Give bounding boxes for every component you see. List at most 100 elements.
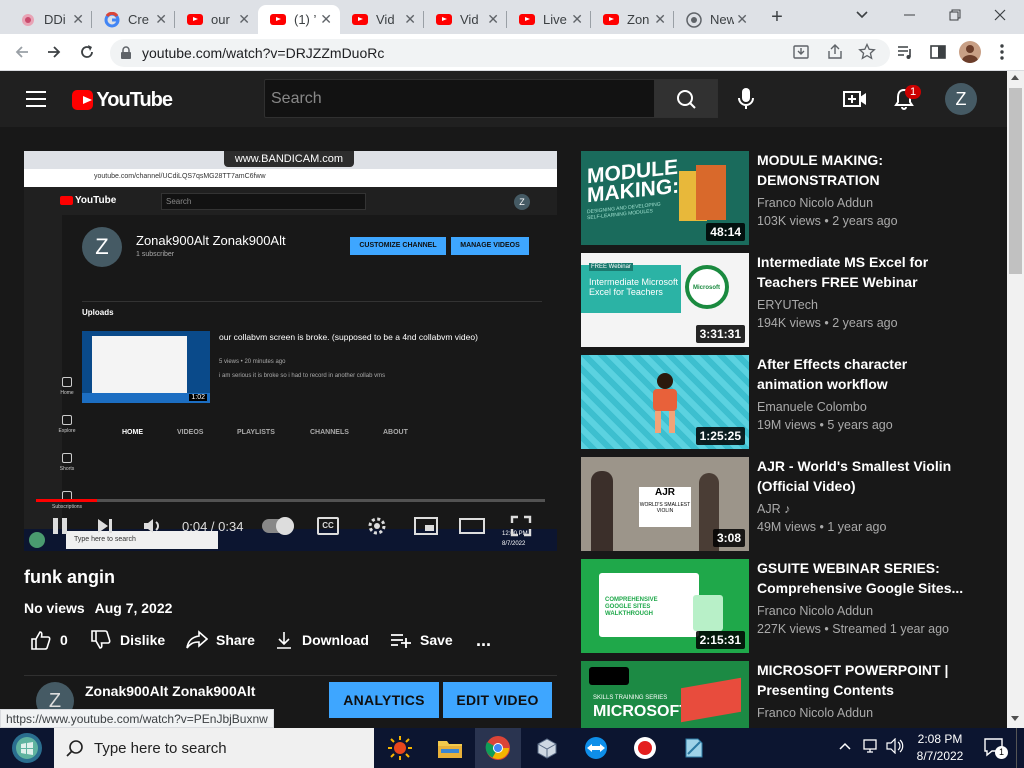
- autoplay-toggle[interactable]: [262, 517, 294, 535]
- rec-thumbnail[interactable]: MODULE MAKING: DESIGNING AND DEVELOPING S…: [581, 151, 749, 245]
- taskbar-file-explorer-icon[interactable]: [427, 728, 473, 768]
- rec-thumbnail[interactable]: AJR WORLD'S SMALLEST VIOLIN 3:08: [581, 457, 749, 551]
- bookmark-star-icon[interactable]: [858, 43, 876, 61]
- back-icon[interactable]: [12, 42, 32, 62]
- fullscreen-icon[interactable]: [510, 515, 532, 537]
- volume-icon[interactable]: [142, 517, 164, 535]
- rec-title[interactable]: GSUITE WEBINAR SERIES: Comprehensive Goo…: [757, 558, 967, 598]
- miniplayer-icon[interactable]: [414, 517, 438, 535]
- rec-title[interactable]: MODULE MAKING: DEMONSTRATION: [757, 150, 967, 190]
- restore-button[interactable]: [945, 5, 965, 25]
- taskbar-search-box[interactable]: Type here to search: [54, 728, 374, 768]
- browser-tab[interactable]: Vid ✕: [424, 5, 507, 34]
- browser-tab[interactable]: Zon ✕: [591, 5, 674, 34]
- close-tab-icon[interactable]: ✕: [487, 11, 499, 28]
- rec-channel[interactable]: Franco Nicolo Addun: [757, 604, 873, 618]
- browser-tab[interactable]: our ✕: [175, 5, 258, 34]
- scroll-thumb[interactable]: [1009, 88, 1022, 274]
- youtube-logo[interactable]: YouTube: [72, 89, 173, 111]
- minimize-button[interactable]: [900, 5, 920, 25]
- rec-channel[interactable]: ERYUTech: [757, 298, 818, 312]
- install-icon[interactable]: [792, 43, 810, 61]
- channel-name[interactable]: Zonak900Alt Zonak900Alt: [85, 683, 255, 699]
- share-page-icon[interactable]: [826, 43, 844, 61]
- page-scrollbar[interactable]: [1007, 71, 1024, 728]
- download-button[interactable]: Download: [274, 630, 369, 650]
- edit-video-button[interactable]: EDIT VIDEO: [443, 682, 552, 718]
- address-bar[interactable]: youtube.com/watch?v=DRJZZmDuoRc: [110, 39, 890, 67]
- taskbar-clock[interactable]: 2:08 PM 8/7/2022: [912, 731, 968, 765]
- create-video-icon[interactable]: [843, 88, 867, 110]
- save-button[interactable]: Save: [390, 630, 453, 650]
- scroll-up-arrow[interactable]: [1011, 75, 1019, 80]
- video-player[interactable]: www.BANDICAM.com youtube.com/channel/UCd…: [24, 151, 557, 551]
- rec-channel[interactable]: AJR ♪: [757, 502, 790, 516]
- taskbar-virtualbox-icon[interactable]: [524, 728, 570, 768]
- close-tab-icon[interactable]: ✕: [155, 11, 167, 28]
- rec-title[interactable]: Intermediate MS Excel for Teachers FREE …: [757, 252, 967, 292]
- start-button[interactable]: [0, 728, 54, 768]
- rec-title[interactable]: After Effects character animation workfl…: [757, 354, 967, 394]
- taskbar-app-sun-icon[interactable]: [377, 728, 423, 768]
- search-input[interactable]: Search: [264, 79, 655, 118]
- settings-gear-icon[interactable]: [366, 515, 388, 537]
- theater-mode-icon[interactable]: [459, 517, 485, 535]
- analytics-button[interactable]: ANALYTICS: [329, 682, 439, 718]
- profile-avatar[interactable]: [959, 41, 981, 63]
- close-tab-icon[interactable]: ✕: [72, 11, 84, 28]
- captions-icon[interactable]: CC: [317, 517, 339, 535]
- taskbar-bandicam-record-icon[interactable]: [622, 728, 668, 768]
- scroll-down-arrow[interactable]: [1011, 716, 1019, 721]
- forward-icon[interactable]: [44, 42, 64, 62]
- rec-thumbnail[interactable]: COMPREHENSIVE GOOGLE SITES WALKTHROUGH 2:…: [581, 559, 749, 653]
- close-tab-icon[interactable]: ✕: [404, 11, 416, 28]
- tray-chevron-up-icon[interactable]: [838, 740, 852, 752]
- rec-channel[interactable]: Franco Nicolo Addun: [757, 196, 873, 210]
- media-control-icon[interactable]: [896, 43, 914, 61]
- close-tab-icon[interactable]: ✕: [320, 11, 332, 28]
- rec-title[interactable]: MICROSOFT POWERPOINT | Presenting Conten…: [757, 660, 967, 700]
- dislike-button[interactable]: Dislike: [90, 630, 165, 650]
- next-icon[interactable]: [96, 517, 114, 535]
- pause-icon[interactable]: [52, 517, 68, 535]
- close-tab-icon[interactable]: ✕: [571, 11, 583, 28]
- like-button[interactable]: 0: [30, 630, 68, 650]
- rec-thumbnail[interactable]: FREE Webinar Intermediate Microsoft Excel…: [581, 253, 749, 347]
- search-button[interactable]: [654, 79, 718, 118]
- show-desktop-button[interactable]: [1016, 728, 1024, 768]
- reload-icon[interactable]: [77, 42, 97, 62]
- browser-tab[interactable]: Vid ✕: [340, 5, 424, 34]
- action-center-icon[interactable]: 1: [982, 736, 1008, 760]
- share-button[interactable]: Share: [186, 630, 255, 650]
- lock-icon[interactable]: [120, 46, 132, 60]
- search-placeholder: Search: [271, 90, 322, 107]
- close-tab-icon[interactable]: ✕: [654, 11, 666, 28]
- new-tab-button[interactable]: +: [766, 6, 788, 28]
- side-panel-icon[interactable]: [929, 43, 947, 61]
- more-actions-button[interactable]: ...: [476, 630, 491, 651]
- browser-tab[interactable]: New Ta✕: [674, 5, 756, 34]
- inner-customize-button: CUSTOMIZE CHANNEL: [350, 237, 446, 255]
- tray-volume-icon[interactable]: [886, 738, 904, 754]
- hamburger-menu-icon[interactable]: [26, 90, 46, 108]
- account-avatar[interactable]: Z: [945, 83, 977, 115]
- browser-tab[interactable]: (1) ’ ✕: [258, 5, 340, 34]
- kebab-menu-icon[interactable]: [994, 43, 1010, 61]
- taskbar-chrome-icon[interactable]: [475, 728, 521, 768]
- close-window-button[interactable]: [990, 5, 1010, 25]
- progress-bar[interactable]: [36, 499, 545, 502]
- voice-search-icon[interactable]: [736, 87, 756, 111]
- rec-channel[interactable]: Franco Nicolo Addun: [757, 706, 873, 720]
- taskbar-teamviewer-icon[interactable]: [573, 728, 619, 768]
- close-tab-icon[interactable]: ✕: [238, 11, 250, 28]
- tray-network-icon[interactable]: [862, 738, 880, 754]
- browser-tab[interactable]: DDi ✕: [8, 5, 92, 34]
- rec-thumbnail[interactable]: 1:25:25: [581, 355, 749, 449]
- close-tab-icon[interactable]: ✕: [736, 11, 748, 28]
- tab-search-icon[interactable]: [852, 4, 872, 24]
- taskbar-notes-app-icon[interactable]: [671, 728, 717, 768]
- rec-title[interactable]: AJR - World's Smallest Violin (Official …: [757, 456, 967, 496]
- rec-channel[interactable]: Emanuele Colombo: [757, 400, 867, 414]
- browser-tab[interactable]: Live ✕: [507, 5, 591, 34]
- browser-tab[interactable]: Cre ✕: [92, 5, 175, 34]
